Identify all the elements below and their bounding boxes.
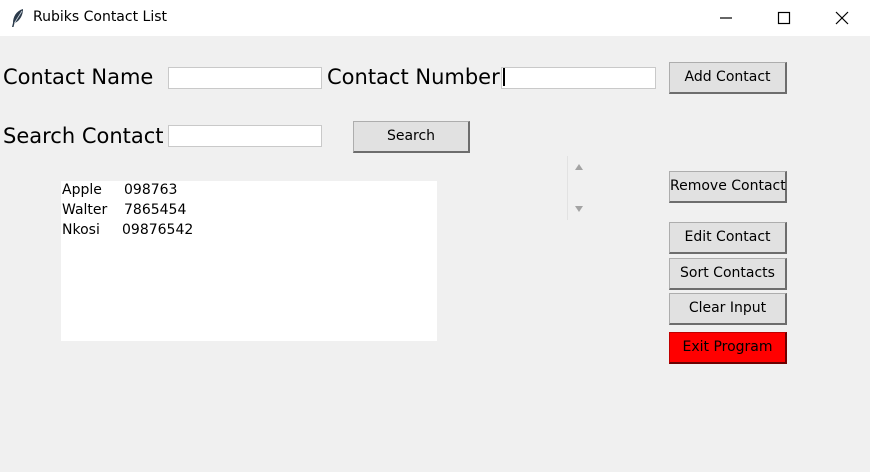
scroll-up-arrow-icon[interactable] bbox=[574, 163, 584, 171]
contact-name-label: Contact Name bbox=[3, 65, 154, 89]
search-contact-input[interactable] bbox=[168, 125, 322, 147]
feather-icon bbox=[10, 8, 26, 28]
add-contact-button[interactable]: Add Contact bbox=[669, 62, 787, 94]
search-contact-label: Search Contact bbox=[3, 124, 164, 148]
contact-name: Walter bbox=[62, 202, 108, 218]
clear-input-button[interactable]: Clear Input bbox=[669, 293, 787, 325]
contact-name-input[interactable] bbox=[168, 67, 322, 89]
title-bar: Rubiks Contact List bbox=[0, 0, 870, 36]
text-cursor bbox=[503, 68, 505, 86]
contact-name: Nkosi bbox=[62, 222, 100, 238]
exit-program-button[interactable]: Exit Program bbox=[669, 332, 787, 364]
edit-contact-button[interactable]: Edit Contact bbox=[669, 222, 787, 254]
minimize-icon bbox=[720, 17, 732, 19]
search-button[interactable]: Search bbox=[353, 121, 470, 153]
sort-contacts-button[interactable]: Sort Contacts bbox=[669, 258, 787, 290]
contact-number-label: Contact Number bbox=[327, 65, 500, 89]
contact-number-input[interactable] bbox=[501, 67, 656, 89]
contact-listbox[interactable]: Apple 098763 Walter 7865454 Nkosi 098765… bbox=[61, 181, 437, 341]
scroll-down-arrow-icon[interactable] bbox=[574, 205, 584, 213]
contact-name: Apple bbox=[62, 182, 102, 198]
close-icon bbox=[835, 11, 849, 25]
maximize-button[interactable] bbox=[755, 0, 813, 36]
close-button[interactable] bbox=[813, 0, 870, 36]
window-title: Rubiks Contact List bbox=[33, 9, 167, 25]
contact-number: 09876542 bbox=[122, 222, 194, 238]
minimize-button[interactable] bbox=[697, 0, 755, 36]
contact-number: 098763 bbox=[124, 182, 178, 198]
maximize-icon bbox=[777, 11, 791, 25]
scrollbar[interactable] bbox=[567, 156, 590, 220]
remove-contact-button[interactable]: Remove Contact bbox=[669, 171, 787, 203]
contact-number: 7865454 bbox=[124, 202, 187, 218]
